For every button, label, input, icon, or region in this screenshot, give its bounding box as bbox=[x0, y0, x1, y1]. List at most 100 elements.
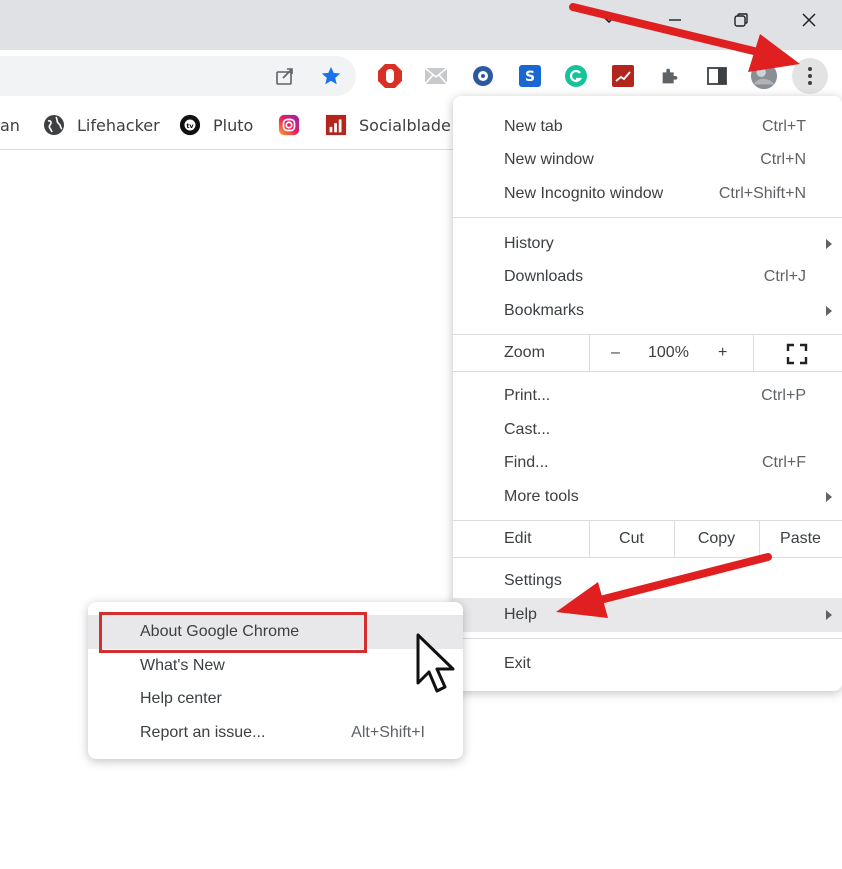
close-window-button[interactable] bbox=[786, 0, 832, 40]
menu-item-label: New Incognito window bbox=[504, 185, 664, 202]
menu-item-new-incognito-window[interactable]: New Incognito window Ctrl+Shift+N bbox=[453, 177, 842, 211]
mail-icon bbox=[424, 67, 448, 85]
bookmark-item[interactable]: an bbox=[0, 112, 20, 138]
menu-item-shortcut: Ctrl+P bbox=[761, 387, 806, 404]
menu-item-label: Help bbox=[504, 606, 537, 623]
chrome-menu-button[interactable] bbox=[792, 58, 828, 94]
menu-item-help[interactable]: Help bbox=[453, 598, 842, 632]
submenu-item-help-center[interactable]: Help center bbox=[88, 682, 463, 716]
menu-item-label: More tools bbox=[504, 488, 579, 505]
menu-item-cast[interactable]: Cast... bbox=[453, 413, 842, 447]
divider bbox=[753, 335, 754, 371]
s-extension[interactable]: S bbox=[516, 62, 544, 90]
submenu-arrow-icon bbox=[826, 610, 832, 620]
menu-item-label: New tab bbox=[504, 118, 563, 135]
bookmark-label: an bbox=[0, 115, 20, 135]
menu-item-print[interactable]: Print... Ctrl+P bbox=[453, 379, 842, 413]
side-panel-button[interactable] bbox=[703, 62, 731, 90]
minimize-button[interactable] bbox=[652, 0, 698, 40]
menu-item-label: Print... bbox=[504, 387, 551, 404]
fullscreen-button[interactable] bbox=[786, 343, 808, 370]
menu-item-label: History bbox=[504, 235, 554, 252]
avatar bbox=[750, 62, 778, 90]
menu-separator bbox=[453, 638, 842, 639]
submenu-item-report-an-issue[interactable]: Report an issue... Alt+Shift+I bbox=[88, 716, 463, 750]
chevron-down-icon bbox=[603, 16, 615, 24]
adblock-icon bbox=[378, 64, 402, 88]
menu-item-label: Exit bbox=[504, 655, 531, 672]
menu-item-settings[interactable]: Settings bbox=[453, 564, 842, 598]
chrome-main-menu: New tab Ctrl+T New window Ctrl+N New Inc… bbox=[453, 96, 842, 691]
menu-item-new-tab[interactable]: New tab Ctrl+T bbox=[453, 110, 842, 144]
menu-item-exit[interactable]: Exit bbox=[453, 647, 842, 681]
extensions-button[interactable] bbox=[656, 62, 684, 90]
submenu-arrow-icon bbox=[826, 239, 832, 249]
chart-extension[interactable] bbox=[609, 62, 637, 90]
share-button[interactable] bbox=[271, 62, 299, 90]
menu-item-label: Help center bbox=[140, 690, 222, 707]
star-icon bbox=[321, 66, 341, 85]
restore-button[interactable] bbox=[718, 0, 764, 40]
menu-item-label: Bookmarks bbox=[504, 302, 585, 319]
paste-button[interactable]: Paste bbox=[759, 530, 842, 548]
menu-item-more-tools[interactable]: More tools bbox=[453, 480, 842, 514]
three-dots-vertical-icon bbox=[808, 67, 812, 85]
menu-separator bbox=[453, 217, 842, 218]
bookmark-star-button[interactable] bbox=[317, 62, 345, 90]
menu-item-shortcut: Ctrl+N bbox=[760, 151, 806, 168]
divider bbox=[589, 335, 590, 371]
bookmark-pluto[interactable]: tv Pluto bbox=[179, 112, 253, 138]
bookmark-instagram[interactable] bbox=[278, 112, 312, 138]
dice-extension[interactable] bbox=[469, 62, 497, 90]
submenu-item-whats-new[interactable]: What's New bbox=[88, 649, 463, 683]
minimize-icon bbox=[669, 19, 681, 21]
restore-icon bbox=[734, 13, 748, 27]
menu-item-shortcut: Ctrl+F bbox=[762, 454, 806, 471]
edit-label: Edit bbox=[504, 530, 532, 547]
adblock-extension[interactable] bbox=[376, 62, 404, 90]
globe-icon bbox=[43, 114, 65, 136]
fullscreen-icon bbox=[786, 343, 808, 365]
mail-extension[interactable] bbox=[422, 62, 450, 90]
grammarly-extension[interactable] bbox=[562, 62, 590, 90]
mouse-cursor-icon bbox=[416, 633, 455, 693]
menu-separator bbox=[453, 371, 842, 372]
cut-button[interactable]: Cut bbox=[589, 530, 674, 548]
menu-item-shortcut: Ctrl+Shift+N bbox=[718, 185, 806, 202]
menu-item-label: Cast... bbox=[504, 421, 551, 438]
instagram-icon bbox=[278, 114, 300, 136]
bookmark-lifehacker[interactable]: Lifehacker bbox=[43, 112, 160, 138]
bookmark-label: Pluto bbox=[213, 115, 254, 135]
copy-button[interactable]: Copy bbox=[674, 530, 759, 548]
menu-item-new-window[interactable]: New window Ctrl+N bbox=[453, 143, 842, 177]
menu-item-label: Downloads bbox=[504, 268, 584, 285]
dice-icon bbox=[473, 66, 493, 86]
menu-item-bookmarks[interactable]: Bookmarks bbox=[453, 294, 842, 328]
profile-button[interactable] bbox=[750, 62, 778, 90]
submenu-arrow-icon bbox=[826, 306, 832, 316]
menu-item-history[interactable]: History bbox=[453, 227, 842, 261]
bookmark-socialblade[interactable]: Socialblade bbox=[325, 112, 451, 138]
zoom-in-button[interactable]: + bbox=[718, 344, 727, 362]
menu-item-label: Report an issue... bbox=[140, 724, 266, 741]
close-icon bbox=[802, 13, 816, 27]
zoom-out-button[interactable]: – bbox=[611, 344, 620, 362]
share-icon bbox=[276, 68, 293, 85]
menu-item-downloads[interactable]: Downloads Ctrl+J bbox=[453, 260, 842, 294]
menu-item-find[interactable]: Find... Ctrl+F bbox=[453, 446, 842, 480]
tab-search-button[interactable] bbox=[586, 0, 632, 40]
menu-row-zoom: Zoom – 100% + bbox=[453, 335, 842, 371]
s-badge-icon: S bbox=[519, 65, 541, 87]
zoom-label: Zoom bbox=[504, 344, 545, 361]
address-bar[interactable] bbox=[0, 56, 356, 96]
submenu-arrow-icon bbox=[826, 492, 832, 502]
puzzle-icon bbox=[662, 68, 678, 84]
menu-row-edit: Edit Cut Copy Paste bbox=[453, 521, 842, 557]
svg-text:tv: tv bbox=[186, 122, 194, 130]
bookmark-label: Lifehacker bbox=[77, 115, 160, 135]
svg-text:S: S bbox=[525, 69, 535, 85]
socialblade-icon bbox=[325, 114, 347, 136]
title-bar bbox=[0, 0, 842, 50]
menu-item-shortcut: Alt+Shift+I bbox=[351, 724, 425, 741]
menu-separator bbox=[453, 557, 842, 558]
